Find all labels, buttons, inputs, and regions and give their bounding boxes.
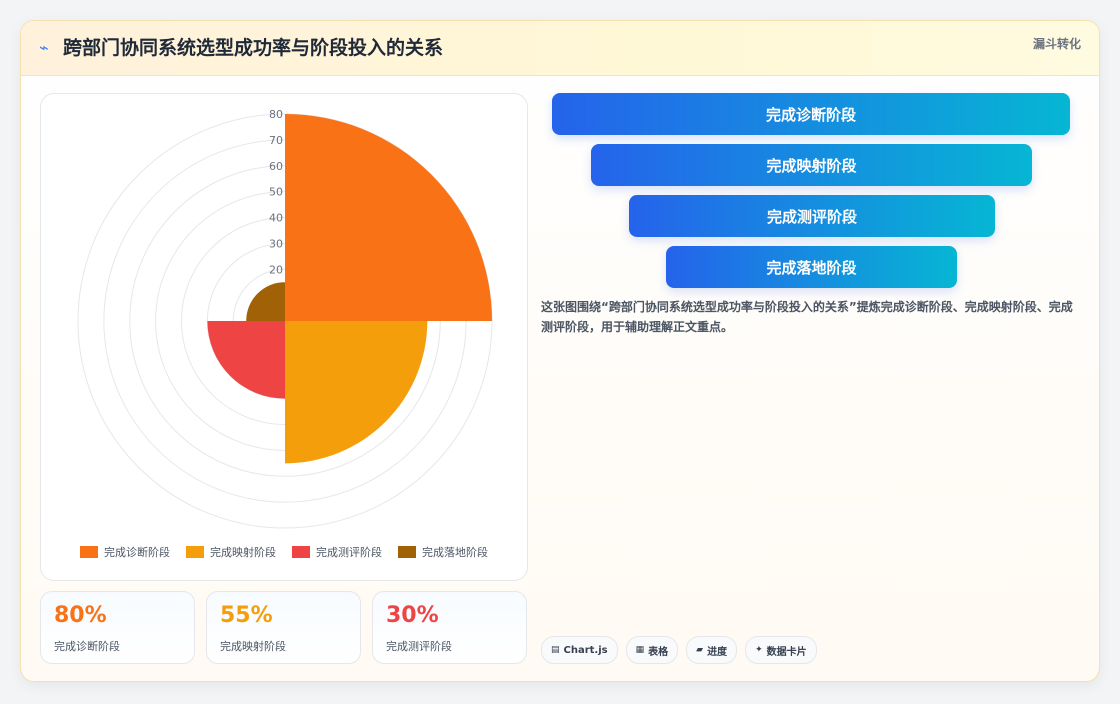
tag-label: 数据卡片 xyxy=(766,646,807,658)
legend-item-diagnosis[interactable]: 完成诊断阶段 xyxy=(80,544,170,560)
legend-item-evaluation[interactable]: 完成测评阶段 xyxy=(292,544,382,560)
polar-segment-1[interactable] xyxy=(285,114,492,321)
tag-label: Chart.js xyxy=(563,644,608,656)
kpi-label: 完成诊断阶段 xyxy=(54,640,120,653)
tag-data-card[interactable]: ✦ 数据卡片 xyxy=(745,636,817,664)
tick-label: 70 xyxy=(269,134,283,147)
funnel-step-deployment[interactable]: 完成落地阶段 xyxy=(666,246,957,288)
tick-label: 80 xyxy=(269,108,283,121)
sparkle-icon: ✦ xyxy=(755,645,763,655)
category-badge: 漏斗转化 xyxy=(1032,37,1081,51)
card-header: ⌁ 跨部门协同系统选型成功率与阶段投入的关系 漏斗转化 xyxy=(21,21,1099,76)
kpi-card-diagnosis: 80% 完成诊断阶段 xyxy=(40,591,195,664)
kpi-card-mapping: 55% 完成映射阶段 xyxy=(206,591,361,664)
tick-label: 20 xyxy=(269,263,283,276)
kpi-label: 完成映射阶段 xyxy=(220,640,286,653)
chart-description: 这张图围绕“跨部门协同系统选型成功率与阶段投入的关系”提炼完成诊断阶段、完成映射… xyxy=(541,300,1073,334)
tag-label: 表格 xyxy=(648,646,669,658)
polar-area-chart: 20 30 40 50 60 70 80 xyxy=(77,108,493,529)
main-card: ⌁ 跨部门协同系统选型成功率与阶段投入的关系 漏斗转化 20 30 40 50 60 70… xyxy=(20,20,1100,682)
table-icon: ▦ xyxy=(635,645,645,655)
legend-swatch xyxy=(292,546,310,558)
tag-label: 进度 xyxy=(707,646,728,658)
funnel-step-evaluation[interactable]: 完成测评阶段 xyxy=(629,195,995,237)
tick-label: 50 xyxy=(269,186,283,199)
funnel-step-diagnosis[interactable]: 完成诊断阶段 xyxy=(552,93,1070,135)
legend-label: 完成测评阶段 xyxy=(316,546,382,559)
tick-label: 60 xyxy=(269,160,283,173)
legend-label: 完成落地阶段 xyxy=(422,546,488,559)
legend-swatch xyxy=(398,546,416,558)
polar-chart-panel: 20 30 40 50 60 70 80 完成诊断阶段 完成映射阶段 完成测评阶段 完成落地… xyxy=(40,93,528,581)
kpi-card-evaluation: 30% 完成测评阶段 xyxy=(372,591,527,664)
kpi-value: 55% xyxy=(220,603,273,628)
sparkle-icon: ⌁ xyxy=(39,38,49,57)
tag-progress[interactable]: ▰ 进度 xyxy=(686,636,738,664)
kpi-value: 80% xyxy=(54,603,107,628)
feature-tags: ▤ Chart.js ▦ 表格 ▰ 进度 ✦ 数据卡片 xyxy=(541,636,817,664)
legend-item-mapping[interactable]: 完成映射阶段 xyxy=(186,544,276,560)
funnel-step-mapping[interactable]: 完成映射阶段 xyxy=(591,144,1032,186)
page-title: 跨部门协同系统选型成功率与阶段投入的关系 xyxy=(63,37,444,59)
polar-segment-3[interactable] xyxy=(207,321,285,399)
chart-icon: ▤ xyxy=(551,645,560,655)
legend-swatch xyxy=(80,546,98,558)
legend-item-deployment[interactable]: 完成落地阶段 xyxy=(398,544,488,560)
polar-segment-4[interactable] xyxy=(246,282,285,321)
legend-label: 完成诊断阶段 xyxy=(104,546,170,559)
legend-swatch xyxy=(186,546,204,558)
chart-legend: 完成诊断阶段 完成映射阶段 完成测评阶段 完成落地阶段 xyxy=(41,544,527,560)
tick-label: 30 xyxy=(269,237,283,250)
kpi-value: 30% xyxy=(386,603,439,628)
tag-table[interactable]: ▦ 表格 xyxy=(625,636,679,664)
polar-segment-2[interactable] xyxy=(285,321,428,464)
legend-label: 完成映射阶段 xyxy=(210,546,276,559)
progress-icon: ▰ xyxy=(696,645,704,655)
kpi-label: 完成测评阶段 xyxy=(386,640,452,653)
tick-label: 40 xyxy=(269,212,283,225)
tag-chartjs[interactable]: ▤ Chart.js xyxy=(541,636,618,664)
